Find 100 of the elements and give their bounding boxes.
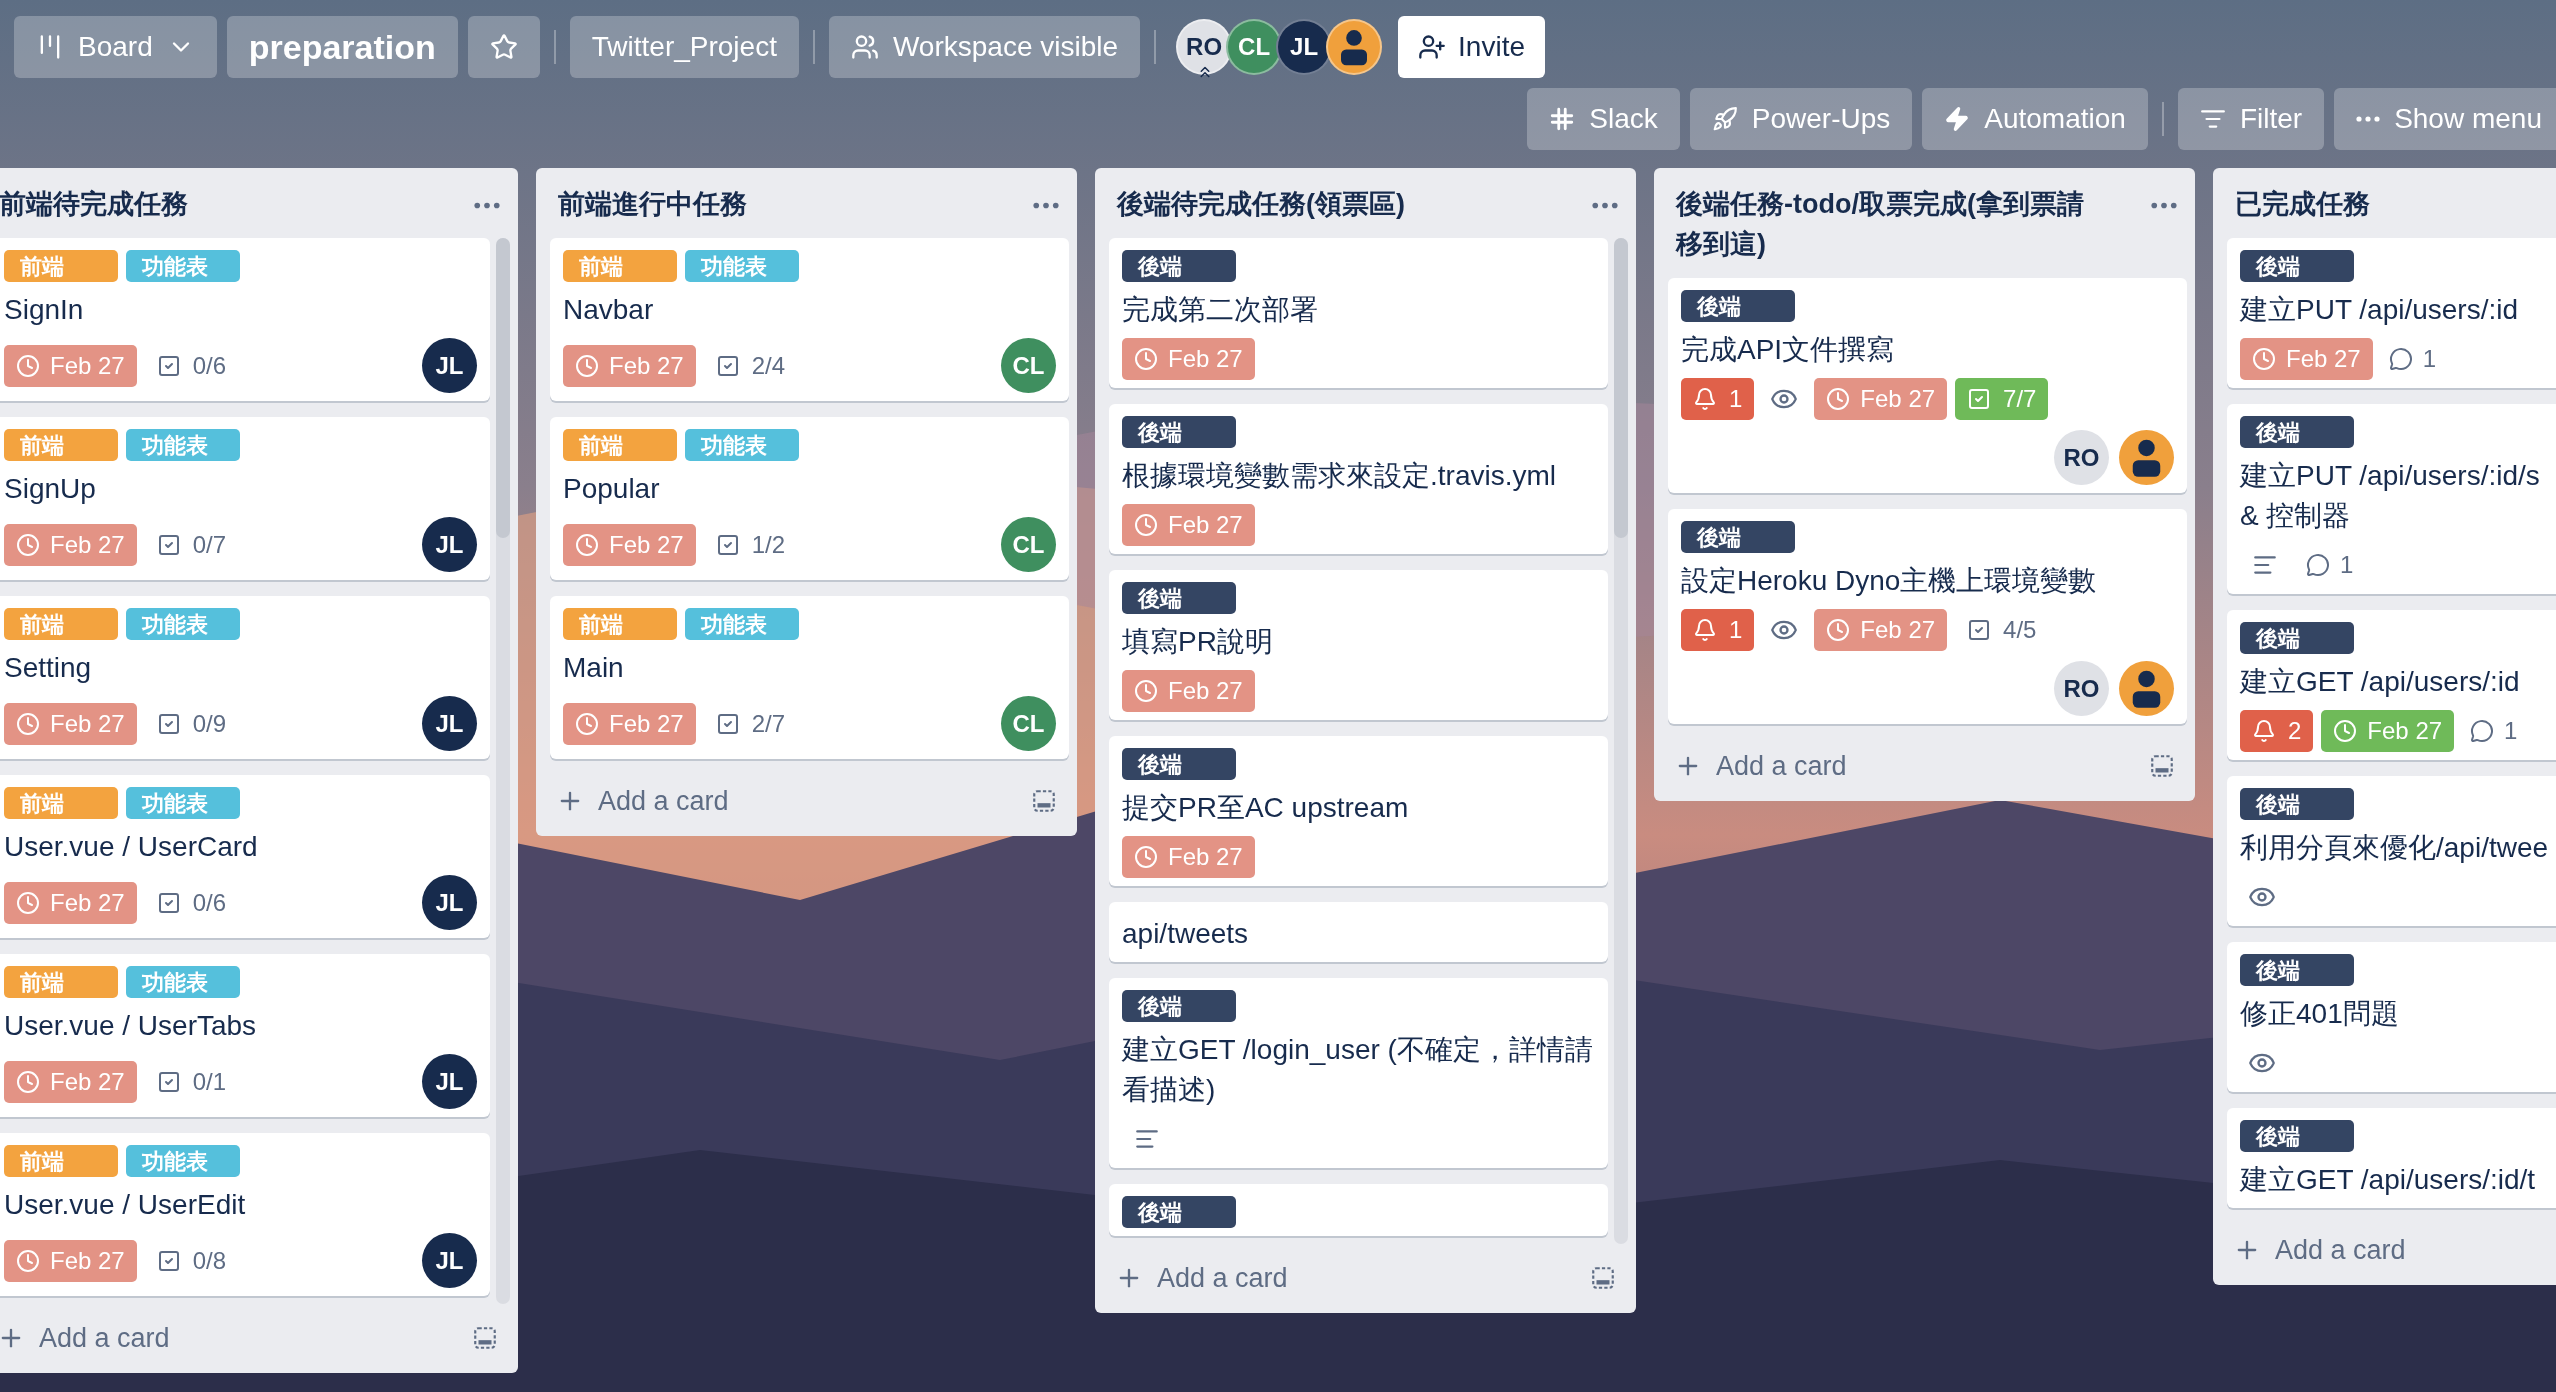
card-title: Popular [563,472,661,506]
member-avatar[interactable]: CL [1001,517,1056,572]
due-date: Feb 27 [50,887,125,918]
card[interactable]: 後端 利用分頁來優化/api/twee [2227,776,2556,926]
card[interactable]: 後端 建立PUT /api/users/:id/s & 控制器 1 [2227,404,2556,594]
card-label: 後端 [1122,416,1236,448]
member-avatar[interactable]: CL [1001,696,1056,751]
checklist-count: 2/4 [751,350,786,381]
card[interactable]: 後端 [1109,1184,1608,1236]
notification-count: 1 [1729,615,1743,645]
member-avatar[interactable]: RO [2054,430,2109,485]
card[interactable]: 後端 完成第二次部署 Feb 27 [1109,238,1608,388]
card-label: 後端 [1681,290,1795,322]
card[interactable]: 後端 根據環境變數需求來設定.travis.yml Feb 27 [1109,404,1608,554]
card[interactable]: 前端 功能表 Navbar Feb 27 2/4 CL [550,238,1069,401]
checklist-count: 1/2 [751,529,786,560]
due-date: Feb 27 [1860,384,1936,414]
template-icon[interactable] [2149,753,2175,780]
add-card-button[interactable]: Add a card [1115,1258,1288,1299]
card-title: 建立GET /api/users/:id [2240,665,2521,699]
card[interactable]: 後端 填寫PR說明 Feb 27 [1109,570,1608,720]
card[interactable]: 前端 功能表 SignUp Feb 27 0/7 JL [0,417,490,580]
member-avatar[interactable]: JL [422,1054,477,1109]
menu-icon [2356,116,2381,122]
card[interactable]: 後端 修正401問題 [2227,942,2556,1092]
card-label: 功能表 [685,429,799,461]
card-label: 前端 [4,250,118,282]
card[interactable]: 後端 完成API文件撰寫 1 Feb 27 7/7 RO [1668,278,2187,493]
card-title: 設定Heroku Dyno主機上環境變數 [1681,564,2098,598]
clock-icon [575,353,599,378]
card[interactable]: 後端 建立GET /api/users/:id/t [2227,1108,2556,1208]
lightning-icon [1944,106,1971,132]
card-label: 功能表 [685,250,799,282]
card[interactable]: 後端 提交PR至AC upstream Feb 27 [1109,736,1608,886]
member-avatar[interactable]: JL [422,338,477,393]
clock-icon [2333,719,2358,743]
member-avatar[interactable]: JL [422,517,477,572]
scrollbar[interactable] [1614,238,1628,1244]
card[interactable]: 前端 功能表 Setting Feb 27 0/9 JL [0,596,490,759]
member-avatar[interactable] [2119,430,2174,485]
member-avatar[interactable]: JL [422,1233,477,1288]
list-menu-icon[interactable] [474,202,500,209]
rocket-icon [1711,106,1738,132]
template-icon[interactable] [1590,1265,1616,1292]
card[interactable]: 前端 功能表 User.vue / UserCard Feb 27 0/6 JL [0,775,490,938]
template-icon[interactable] [472,1325,498,1352]
card-title: 建立GET /api/users/:id/t [2240,1163,2537,1197]
card[interactable]: 後端 建立PUT /api/users/:id Feb 27 1 [2227,238,2556,388]
add-card-button[interactable]: Add a card [556,781,729,822]
card-title: User.vue / UserTabs [4,1009,258,1043]
list-title[interactable]: 已完成任務 [2235,184,2370,224]
card[interactable]: 後端 建立GET /login_user (不確定，詳情請看描述) [1109,978,1608,1168]
card[interactable]: 前端 功能表 User.vue / UserEdit Feb 27 0/8 JL [0,1133,490,1296]
card-title: 提交PR至AC upstream [1122,791,1410,825]
clock-icon [1134,513,1158,537]
due-date: Feb 27 [609,529,684,560]
card[interactable]: 前端 功能表 Main Feb 27 2/7 CL [550,596,1069,759]
card[interactable]: 後端 設定Heroku Dyno主機上環境變數 1 Feb 27 4/5 RO [1668,509,2187,724]
list-title[interactable]: 後端待完成任務(領票區) [1117,184,1405,224]
member-avatar[interactable]: JL [422,875,477,930]
due-date: Feb 27 [1168,510,1243,540]
add-card-button[interactable]: Add a card [0,1318,170,1359]
clock-icon [1826,387,1851,411]
member-avatar[interactable]: RO [2054,661,2109,716]
list-menu-icon[interactable] [1592,202,1618,209]
add-person-icon [1418,33,1447,61]
bell-icon [1693,387,1717,411]
member-avatar[interactable]: JL [422,696,477,751]
card[interactable]: 前端 功能表 User.vue / UserTabs Feb 27 0/1 JL [0,954,490,1117]
people-icon [850,33,879,61]
checklist-count: 7/7 [2003,384,2037,414]
card-label: 功能表 [126,250,240,282]
card[interactable]: 前端 功能表 SignIn Feb 27 0/6 JL [0,238,490,401]
star-button[interactable] [467,16,540,78]
card-label: 後端 [2240,954,2354,986]
add-card-button[interactable]: Add a card [1674,746,1847,787]
card-label: 功能表 [126,429,240,461]
card[interactable]: api/tweets [1109,902,1608,962]
list-title[interactable]: 前端進行中任務 [558,184,747,224]
clock-icon [575,711,599,736]
bell-icon [2252,719,2276,743]
card[interactable]: 前端 功能表 Popular Feb 27 1/2 CL [550,417,1069,580]
template-icon[interactable] [1031,788,1057,815]
list-menu-icon[interactable] [1033,202,1059,209]
invite-button[interactable]: Invite [1398,16,1545,78]
checklist-count: 4/5 [2003,615,2037,645]
list-title[interactable]: 後端任務-todo/取票完成(拿到票請移到這) [1676,184,2106,264]
list-menu-icon[interactable] [2151,202,2177,209]
card-label: 功能表 [126,787,240,819]
scrollbar[interactable] [496,238,510,1304]
card[interactable]: 後端 建立GET /api/users/:id 2 Feb 27 1 [2227,610,2556,760]
card-title: api/tweets [1122,917,1250,951]
member-avatar[interactable] [2119,661,2174,716]
card-label: 後端 [2240,622,2354,654]
due-date: Feb 27 [50,708,125,739]
add-card-button[interactable]: Add a card [2233,1230,2406,1271]
due-date: Feb 27 [609,708,684,739]
checklist-count: 0/9 [192,708,227,739]
member-avatar[interactable]: CL [1001,338,1056,393]
card-label: 後端 [1122,990,1236,1022]
